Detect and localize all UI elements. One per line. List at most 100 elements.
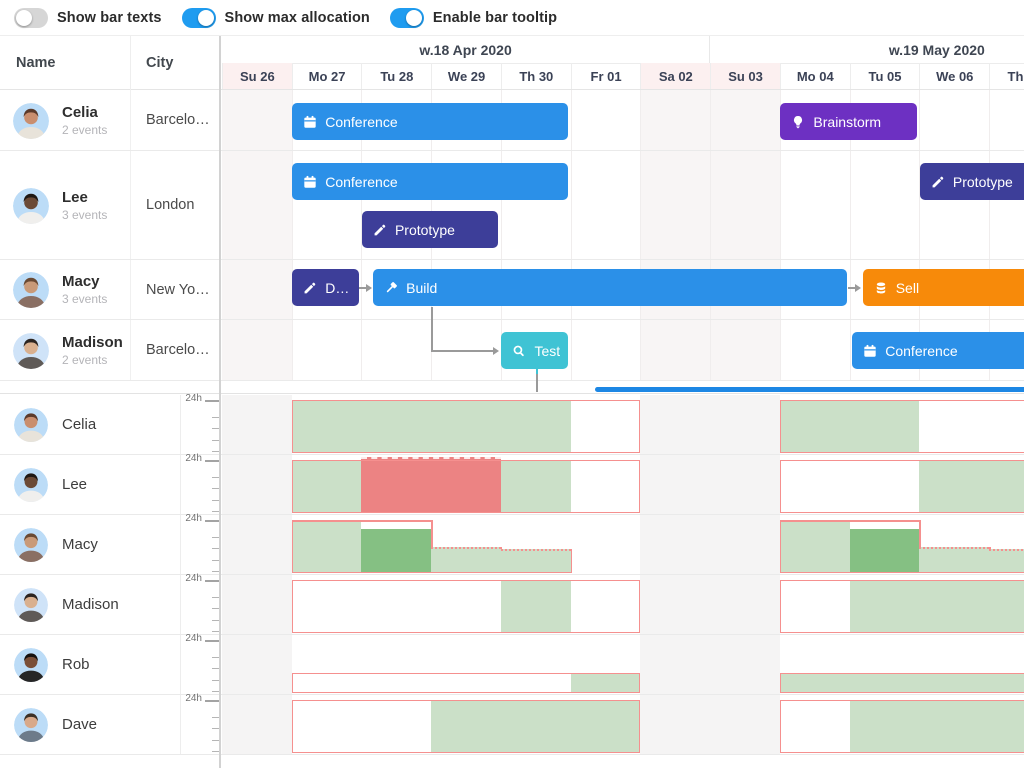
max-allocation-outline	[780, 400, 1024, 453]
allocation-bar-light	[501, 549, 571, 573]
day-header-mo-27[interactable]: Mo 27	[292, 63, 362, 90]
axis-tick-minor	[212, 548, 219, 549]
histogram-resource-name: Lee	[62, 476, 87, 493]
resource-event-count: 3 events	[62, 208, 107, 222]
week-header-0: w.18 Apr 2020	[222, 36, 710, 63]
histogram-resource-name: Macy	[62, 536, 98, 553]
axis-max-label: 24h	[172, 513, 202, 524]
avatar	[14, 408, 48, 442]
resource-event-count: 3 events	[62, 292, 107, 306]
axis-tick-minor	[212, 477, 219, 478]
max-allocation-outline	[292, 580, 641, 633]
event-bar-conference[interactable]: Conference	[292, 103, 568, 140]
day-header-tu-05[interactable]: Tu 05	[850, 63, 920, 90]
dependency-arrowhead	[366, 284, 372, 292]
day-header-we-29[interactable]: We 29	[431, 63, 501, 90]
histogram-resource-cell-madison[interactable]: Madison	[0, 575, 180, 635]
allocation-bar-dark	[361, 529, 431, 573]
axis-tick-minor	[212, 537, 219, 538]
axis-tick-minor	[212, 620, 219, 621]
avatar-wrap	[13, 333, 49, 369]
axis-max-label: 24h	[172, 453, 202, 464]
event-bar-build[interactable]: Build	[373, 269, 847, 306]
day-header-su-26[interactable]: Su 26	[222, 63, 292, 90]
axis-tick-major	[205, 580, 219, 582]
avatar	[14, 468, 48, 502]
event-label: Conference	[325, 174, 397, 190]
axis-tick-minor	[212, 511, 219, 512]
day-header-th-30[interactable]: Th 30	[501, 63, 571, 90]
resource-cell-lee[interactable]: Lee 3 events	[0, 151, 130, 260]
pencil-icon	[931, 175, 945, 189]
horizontal-scrollbar-thumb[interactable]	[595, 387, 1024, 392]
resource-cell-celia[interactable]: Celia2 events	[0, 90, 130, 151]
avatar-wrap	[14, 648, 48, 682]
max-allocation-outline	[780, 673, 1024, 693]
resource-city: Barcelo…	[146, 320, 212, 381]
day-header-th-07[interactable]: Th 07	[989, 63, 1024, 90]
avatar-wrap	[14, 708, 48, 742]
event-bar-test[interactable]: Test	[501, 332, 568, 369]
axis-tick-minor	[212, 668, 219, 669]
max-allocation-step	[780, 520, 919, 522]
name-city-border	[130, 90, 131, 381]
event-bar-sell[interactable]: Sell	[863, 269, 1024, 306]
day-header-su-03[interactable]: Su 03	[710, 63, 780, 90]
event-bar-conference[interactable]: Conference	[852, 332, 1024, 369]
weekend-shade-histogram	[222, 395, 292, 755]
weekend-shade	[222, 90, 292, 381]
resource-name: Macy	[62, 273, 100, 290]
resource-cell-madison[interactable]: Madison2 events	[0, 320, 130, 381]
max-allocation-right-edge	[571, 549, 573, 573]
bulb-icon	[791, 115, 805, 129]
max-allocation-outline	[292, 460, 641, 513]
scheduler-pro-app: Show bar textsShow max allocationEnable …	[0, 0, 1024, 768]
axis-tick-minor	[212, 571, 219, 572]
resource-name: Lee	[62, 189, 88, 206]
axis-tick-minor	[212, 728, 219, 729]
axis-tick-minor	[212, 608, 219, 609]
event-bar-conference[interactable]: Conference	[292, 163, 568, 200]
histogram-resource-cell-dave[interactable]: Dave	[0, 695, 180, 755]
event-bar-brainstorm[interactable]: Brainstorm	[780, 103, 916, 140]
resource-cell-macy[interactable]: Macy 3 events	[0, 260, 130, 320]
axis-tick-major	[205, 640, 219, 642]
axis-max-label: 24h	[172, 693, 202, 704]
axis-tick-minor	[212, 451, 219, 452]
event-label: Conference	[885, 343, 957, 359]
dependency-line	[431, 307, 433, 351]
avatar-wrap	[13, 188, 49, 224]
avatar	[13, 188, 49, 224]
grid-splitter[interactable]	[219, 36, 221, 768]
histogram-resource-cell-macy[interactable]: Macy	[0, 515, 180, 575]
dependency-arrowhead	[855, 284, 861, 292]
histogram-resource-cell-celia[interactable]: Celia	[0, 395, 180, 455]
max-allocation-step-edge	[919, 520, 921, 547]
day-header-mo-04[interactable]: Mo 04	[780, 63, 850, 90]
max-allocation-bottom	[780, 572, 1024, 574]
event-bar-prototype[interactable]: Prototype	[362, 211, 498, 248]
event-bar-prototype[interactable]: Prototype	[920, 163, 1024, 200]
dependency-line	[359, 287, 366, 289]
histogram-resource-cell-lee[interactable]: Lee	[0, 455, 180, 515]
event-label: Brainstorm	[813, 114, 881, 130]
day-header-we-06[interactable]: We 06	[919, 63, 989, 90]
max-allocation-step-dotted	[501, 549, 571, 551]
day-gridline	[710, 90, 711, 381]
day-header-sa-02[interactable]: Sa 02	[640, 63, 710, 90]
axis-tick-major	[205, 400, 219, 402]
max-allocation-left-edge	[292, 520, 294, 573]
axis-tick-minor	[212, 560, 219, 561]
allocation-bar-light	[989, 549, 1024, 573]
day-header-fr-01[interactable]: Fr 01	[571, 63, 641, 90]
pencil-icon	[373, 223, 387, 237]
dependency-arrowhead	[493, 347, 499, 355]
event-bar-design[interactable]: Design	[292, 269, 359, 306]
allocation-bar-light	[780, 520, 850, 573]
week-header-1: w.19 May 2020	[710, 36, 1024, 63]
avatar-wrap	[14, 588, 48, 622]
histogram-resource-cell-rob[interactable]: Rob	[0, 635, 180, 695]
day-header-tu-28[interactable]: Tu 28	[361, 63, 431, 90]
resource-city: London	[146, 151, 212, 260]
axis-tick-minor	[212, 417, 219, 418]
